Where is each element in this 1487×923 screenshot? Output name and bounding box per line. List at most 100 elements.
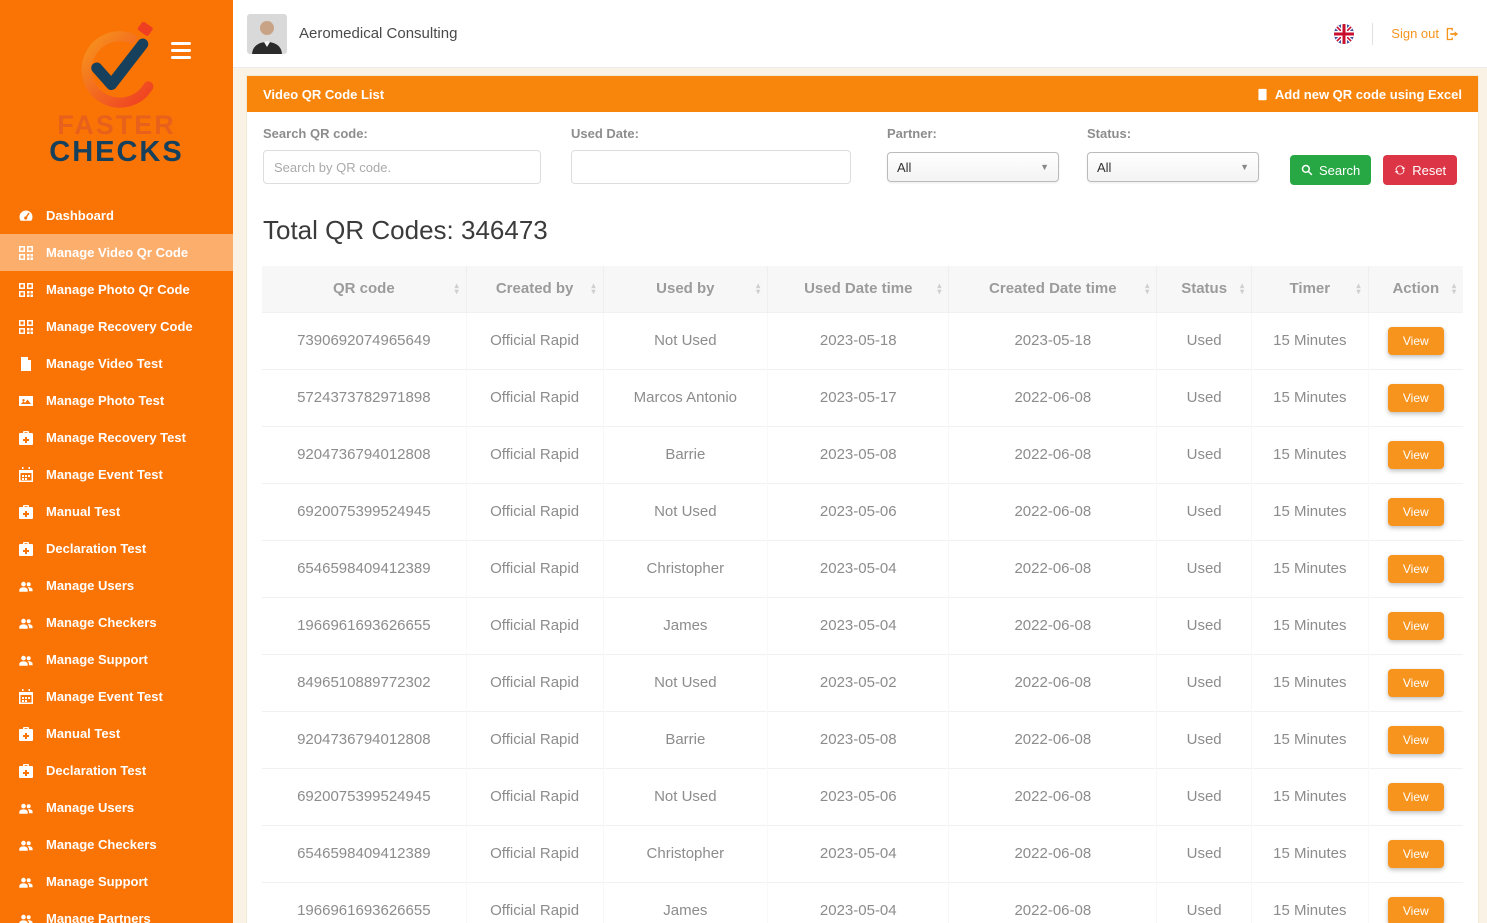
cell-created-date: 2022-06-08 bbox=[949, 825, 1157, 882]
cell-action: View bbox=[1368, 654, 1463, 711]
column-header-used-by[interactable]: Used by▴▾ bbox=[603, 266, 768, 312]
sort-icon[interactable]: ▴▾ bbox=[592, 283, 596, 295]
column-label: Created Date time bbox=[989, 280, 1117, 297]
table-row: 8496510889772302Official RapidNot Used20… bbox=[262, 654, 1463, 711]
cell-action: View bbox=[1368, 711, 1463, 768]
view-button[interactable]: View bbox=[1388, 327, 1444, 355]
sidebar-item-manage-recovery-test[interactable]: Manage Recovery Test bbox=[0, 419, 233, 456]
partner-select[interactable]: All ▼ bbox=[887, 152, 1059, 182]
cell-action: View bbox=[1368, 597, 1463, 654]
logo-text-faster: FASTER bbox=[0, 113, 233, 137]
filters-bar: Search QR code: Used Date: Partner: All … bbox=[247, 112, 1478, 195]
search-qr-label: Search QR code: bbox=[263, 126, 541, 141]
cell-action: View bbox=[1368, 426, 1463, 483]
cell-used-date: 2023-05-17 bbox=[768, 369, 949, 426]
cell-qr: 1966961693626655 bbox=[262, 882, 466, 923]
view-button[interactable]: View bbox=[1388, 441, 1444, 469]
sort-icon[interactable]: ▴▾ bbox=[756, 283, 760, 295]
cell-created-by: Official Rapid bbox=[466, 882, 603, 923]
sidebar-item-manual-test[interactable]: Manual Test bbox=[0, 715, 233, 752]
sort-icon[interactable]: ▴▾ bbox=[1357, 283, 1361, 295]
sign-out-link[interactable]: Sign out bbox=[1391, 26, 1459, 41]
cell-created-date: 2022-06-08 bbox=[949, 426, 1157, 483]
cell-created-by: Official Rapid bbox=[466, 312, 603, 369]
view-button[interactable]: View bbox=[1388, 726, 1444, 754]
sidebar-item-declaration-test[interactable]: Declaration Test bbox=[0, 752, 233, 789]
sort-icon[interactable]: ▴▾ bbox=[455, 283, 459, 295]
hamburger-menu-icon[interactable] bbox=[171, 42, 191, 63]
column-header-qr-code[interactable]: QR code▴▾ bbox=[262, 266, 466, 312]
sidebar-item-manage-support[interactable]: Manage Support bbox=[0, 641, 233, 678]
reset-button[interactable]: Reset bbox=[1383, 155, 1457, 185]
qr-code-icon bbox=[18, 319, 34, 335]
sidebar-item-manage-users[interactable]: Manage Users bbox=[0, 789, 233, 826]
view-button[interactable]: View bbox=[1388, 555, 1444, 583]
view-button[interactable]: View bbox=[1388, 840, 1444, 868]
sort-icon[interactable]: ▴▾ bbox=[937, 283, 941, 295]
table-row: 1966961693626655Official RapidJames2023-… bbox=[262, 597, 1463, 654]
sidebar-item-label: Manage Event Test bbox=[46, 467, 163, 482]
search-button[interactable]: Search bbox=[1290, 155, 1371, 185]
add-excel-button[interactable]: Add new QR code using Excel bbox=[1256, 87, 1462, 102]
status-select[interactable]: All ▼ bbox=[1087, 152, 1259, 182]
column-header-created-by[interactable]: Created by▴▾ bbox=[466, 266, 603, 312]
cell-qr: 8496510889772302 bbox=[262, 654, 466, 711]
column-header-timer[interactable]: Timer ▴▾ bbox=[1252, 266, 1368, 312]
sidebar-item-label: Manage Users bbox=[46, 578, 134, 593]
column-label: Timer bbox=[1290, 280, 1331, 297]
column-header-used-date-time[interactable]: Used Date time▴▾ bbox=[768, 266, 949, 312]
sidebar-item-label: Manage Event Test bbox=[46, 689, 163, 704]
sidebar-item-manage-video-test[interactable]: Manage Video Test bbox=[0, 345, 233, 382]
cell-created-by: Official Rapid bbox=[466, 825, 603, 882]
cell-qr: 6920075399524945 bbox=[262, 483, 466, 540]
sidebar-item-manage-recovery-code[interactable]: Manage Recovery Code bbox=[0, 308, 233, 345]
sidebar-item-manage-event-test[interactable]: Manage Event Test bbox=[0, 678, 233, 715]
sidebar-item-manage-users[interactable]: Manage Users bbox=[0, 567, 233, 604]
sort-icon[interactable]: ▴▾ bbox=[1452, 283, 1456, 295]
cell-status: Used bbox=[1157, 768, 1252, 825]
view-button[interactable]: View bbox=[1388, 897, 1444, 923]
column-header-created-date-time[interactable]: Created Date time ▴▾ bbox=[949, 266, 1157, 312]
users-icon bbox=[18, 911, 34, 923]
view-button[interactable]: View bbox=[1388, 669, 1444, 697]
column-header-status[interactable]: Status▴▾ bbox=[1157, 266, 1252, 312]
sidebar-item-manage-photo-qr-code[interactable]: Manage Photo Qr Code bbox=[0, 271, 233, 308]
sidebar-item-manage-checkers[interactable]: Manage Checkers bbox=[0, 604, 233, 641]
cell-created-date: 2023-05-18 bbox=[949, 312, 1157, 369]
table-row: 6920075399524945Official RapidNot Used20… bbox=[262, 483, 1463, 540]
sidebar-item-manage-photo-test[interactable]: Manage Photo Test bbox=[0, 382, 233, 419]
cell-used-by: Not Used bbox=[603, 312, 768, 369]
view-button[interactable]: View bbox=[1388, 384, 1444, 412]
cell-used-by: Not Used bbox=[603, 654, 768, 711]
medkit-icon bbox=[18, 541, 34, 557]
sidebar-item-manage-event-test[interactable]: Manage Event Test bbox=[0, 456, 233, 493]
sidebar-item-manage-checkers[interactable]: Manage Checkers bbox=[0, 826, 233, 863]
cell-action: View bbox=[1368, 882, 1463, 923]
cell-qr: 9204736794012808 bbox=[262, 711, 466, 768]
view-button[interactable]: View bbox=[1388, 612, 1444, 640]
used-date-input[interactable] bbox=[571, 150, 851, 184]
uk-flag-icon[interactable] bbox=[1334, 24, 1354, 44]
view-button[interactable]: View bbox=[1388, 783, 1444, 811]
cell-action: View bbox=[1368, 312, 1463, 369]
avatar[interactable] bbox=[247, 14, 287, 54]
qr-code-table: QR code▴▾Created by▴▾Used by▴▾Used Date … bbox=[262, 266, 1463, 923]
view-button[interactable]: View bbox=[1388, 498, 1444, 526]
qr-code-panel: Video QR Code List Add new QR code using… bbox=[246, 75, 1479, 923]
sidebar-item-manage-partners[interactable]: Manage Partners bbox=[0, 900, 233, 923]
sidebar-item-manage-video-qr-code[interactable]: Manage Video Qr Code bbox=[0, 234, 233, 271]
sidebar-item-manage-support[interactable]: Manage Support bbox=[0, 863, 233, 900]
cell-qr: 6546598409412389 bbox=[262, 825, 466, 882]
sidebar-item-dashboard[interactable]: Dashboard bbox=[0, 197, 233, 234]
logo-text-checks: CHECKS bbox=[0, 137, 233, 167]
column-header-action[interactable]: Action▴▾ bbox=[1368, 266, 1463, 312]
sort-icon[interactable]: ▴▾ bbox=[1240, 283, 1244, 295]
cell-used-by: Christopher bbox=[603, 825, 768, 882]
sort-icon[interactable]: ▴▾ bbox=[1145, 283, 1149, 295]
sidebar-item-declaration-test[interactable]: Declaration Test bbox=[0, 530, 233, 567]
search-qr-input[interactable] bbox=[263, 150, 541, 184]
sidebar-item-manual-test[interactable]: Manual Test bbox=[0, 493, 233, 530]
cell-used-by: Barrie bbox=[603, 426, 768, 483]
search-icon bbox=[1301, 164, 1313, 176]
cell-qr: 9204736794012808 bbox=[262, 426, 466, 483]
